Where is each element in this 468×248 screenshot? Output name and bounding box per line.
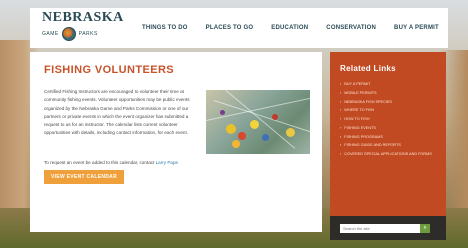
- related-links-sidebar: Related Links › BUY A PERMIT › MOBILE PERM…: [330, 52, 446, 216]
- sidebar-item-label: FISHING GUIDE AND REPORTS: [344, 143, 401, 148]
- main-content: FISHING VOLUNTEERS Certified Fishing Ins…: [30, 52, 322, 232]
- sidebar-item-label: WHERE TO FISH: [344, 108, 375, 113]
- search-icon: ⌕: [423, 225, 427, 231]
- chevron-right-icon: ›: [340, 82, 342, 86]
- logo-wordmark: NEBRASKA: [42, 10, 124, 25]
- sidebar-item-fish-species[interactable]: › NEBRASKA FISH SPECIES: [340, 100, 446, 105]
- nav-places-to-go[interactable]: PLACES TO GO: [206, 25, 254, 31]
- fishing-lures-photo: [206, 90, 310, 154]
- chevron-right-icon: ›: [340, 90, 342, 95]
- chevron-right-icon: ›: [340, 99, 342, 104]
- page-title: FISHING VOLUNTEERS: [44, 64, 175, 76]
- nav-buy-a-permit[interactable]: BUY A PERMIT: [394, 25, 439, 31]
- chevron-right-icon: ›: [340, 117, 342, 122]
- chevron-right-icon: ›: [340, 143, 342, 148]
- sidebar-item-special-applications[interactable]: › COVERED SPECIAL APPLICATIONS AND FORMS: [340, 152, 446, 157]
- contact-link[interactable]: Larry Pape: [156, 160, 178, 165]
- view-event-calendar-button[interactable]: VIEW EVENT CALENDAR: [44, 170, 124, 184]
- search-input[interactable]: [340, 224, 420, 233]
- sidebar-item-buy-a-permit[interactable]: › BUY A PERMIT: [340, 82, 446, 87]
- sidebar-item-label: HOW TO FISH: [344, 117, 370, 122]
- chevron-right-icon: ›: [340, 134, 342, 139]
- related-links-list: › BUY A PERMIT › MOBILE PERMITS › NEBRASKA …: [340, 82, 446, 157]
- sidebar-item-label: COVERED SPECIAL APPLICATIONS AND FORMS: [344, 152, 432, 157]
- sidebar-item-label: FISHING EVENTS: [344, 125, 376, 130]
- sidebar-item-fishing-programs[interactable]: › FISHING PROGRAMS: [340, 135, 446, 140]
- logo-subline: GAME PARKS: [42, 27, 122, 41]
- sidebar-item-label: MOBILE PERMITS: [344, 90, 377, 95]
- chevron-right-icon: ›: [340, 152, 342, 157]
- nav-conservation[interactable]: CONSERVATION: [326, 25, 376, 31]
- main-nav: THINGS TO DO PLACES TO GO EDUCATION CONS…: [142, 25, 457, 31]
- site-search: ⌕: [330, 216, 446, 240]
- site-header: NEBRASKA GAME PARKS THINGS TO DO PLACES …: [30, 8, 448, 48]
- intro-paragraph: Certified Fishing Instructors are encour…: [44, 89, 190, 136]
- nav-education[interactable]: EDUCATION: [271, 25, 308, 31]
- sidebar-item-fishing-guide[interactable]: › FISHING GUIDE AND REPORTS: [340, 143, 446, 148]
- sidebar-item-label: BUY A PERMIT: [344, 82, 371, 86]
- logo-left-text: GAME: [42, 31, 59, 37]
- sidebar-item-label: FISHING PROGRAMS: [344, 134, 383, 139]
- logo-seal-icon: [61, 27, 76, 41]
- chevron-right-icon: ›: [340, 125, 342, 130]
- request-line: To request an event be added to this cal…: [44, 160, 310, 165]
- sidebar-item-mobile-permits[interactable]: › MOBILE PERMITS: [340, 91, 446, 96]
- search-button[interactable]: ⌕: [420, 224, 430, 233]
- logo-right-text: PARKS: [78, 31, 98, 37]
- sidebar-item-fishing-events[interactable]: › FISHING EVENTS: [340, 126, 446, 131]
- nav-things-to-do[interactable]: THINGS TO DO: [142, 25, 188, 31]
- site-logo[interactable]: NEBRASKA GAME PARKS: [42, 10, 124, 46]
- chevron-right-icon: ›: [340, 108, 342, 113]
- sidebar-item-where-to-fish[interactable]: › WHERE TO FISH: [340, 108, 446, 113]
- sidebar-item-how-to-fish[interactable]: › HOW TO FISH: [340, 117, 446, 122]
- sidebar-title: Related Links: [340, 64, 396, 73]
- request-text: To request an event be added to this cal…: [44, 160, 155, 165]
- content-body: Certified Fishing Instructors are encour…: [44, 88, 310, 154]
- sidebar-item-label: NEBRASKA FISH SPECIES: [344, 99, 392, 104]
